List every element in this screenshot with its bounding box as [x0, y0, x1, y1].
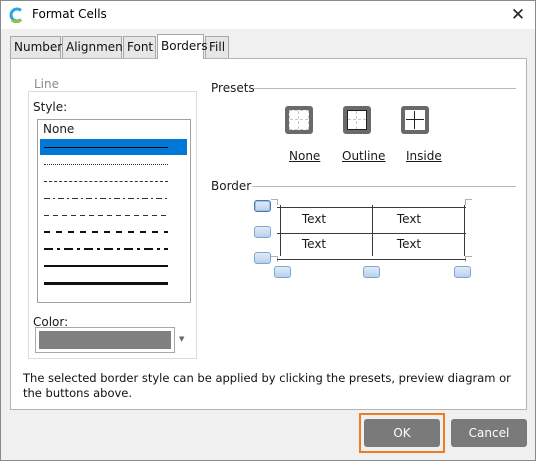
dropdown-arrow-icon[interactable]: ▼ [179, 335, 184, 343]
style-option-dash-medium[interactable] [40, 207, 187, 223]
preset-none-label: None [289, 149, 321, 163]
format-cells-dialog: Format Cells ✕ Number Alignment Font Bor… [0, 0, 536, 461]
presets-label: Presets [211, 81, 255, 95]
preset-inside-button[interactable] [401, 106, 429, 134]
preview-cell-text: Text [301, 212, 327, 226]
color-swatch [39, 331, 171, 349]
style-option-thick-solid[interactable] [40, 275, 187, 291]
app-logo-icon [8, 7, 24, 24]
style-option-dash-thick[interactable] [40, 224, 187, 240]
style-option-none-label: None [43, 122, 75, 136]
preview-cell-text: Text [396, 212, 422, 226]
preset-inside-icon [405, 110, 425, 130]
color-picker[interactable] [35, 327, 175, 353]
tab-fill[interactable]: Fill [205, 36, 229, 58]
preset-outline-icon [347, 110, 367, 130]
style-option-dash-dot-thick[interactable] [40, 241, 187, 257]
preset-inside-label: Inside [406, 149, 442, 163]
line-group-legend: Line [34, 77, 60, 91]
tab-alignment[interactable]: Alignment [62, 36, 127, 58]
window-title: Format Cells [32, 7, 107, 21]
style-option-none[interactable]: None [40, 122, 187, 138]
border-separator [252, 186, 516, 187]
preset-none-icon [289, 110, 309, 130]
border-right-button[interactable] [454, 266, 471, 278]
style-option-dash-small[interactable] [40, 173, 187, 189]
preset-outline-label: Outline [342, 149, 386, 163]
style-option-medium-solid[interactable] [40, 258, 187, 274]
close-icon[interactable]: ✕ [501, 1, 535, 29]
borders-tab-panel: Line Style: None Color: ▼ Presets None O… [10, 58, 527, 410]
title-bar: Format Cells ✕ [1, 1, 535, 29]
preview-cell-text: Text [301, 237, 327, 251]
border-inside-vertical-button[interactable] [363, 266, 380, 278]
ok-button[interactable]: OK [364, 419, 440, 447]
style-label: Style: [33, 100, 68, 114]
tab-number[interactable]: Number [10, 36, 62, 58]
border-bottom-button[interactable] [254, 252, 271, 264]
style-option-dash-dot[interactable] [40, 190, 187, 206]
style-option-thin-solid[interactable] [40, 139, 187, 155]
info-text: The selected border style can be applied… [23, 371, 511, 400]
tab-borders[interactable]: Borders [157, 34, 207, 59]
border-label: Border [211, 179, 252, 193]
preset-outline-button[interactable] [343, 106, 371, 134]
preset-none-button[interactable] [285, 106, 313, 134]
cancel-button[interactable]: Cancel [451, 419, 527, 447]
tab-font[interactable]: Font [123, 36, 156, 58]
border-inside-horizontal-button[interactable] [254, 226, 271, 238]
style-option-dotted[interactable] [40, 156, 187, 172]
line-style-list[interactable]: None [37, 119, 191, 303]
border-top-button[interactable] [254, 200, 271, 212]
preview-cell-text: Text [396, 237, 422, 251]
presets-separator [254, 88, 516, 89]
border-left-button[interactable] [274, 266, 291, 278]
